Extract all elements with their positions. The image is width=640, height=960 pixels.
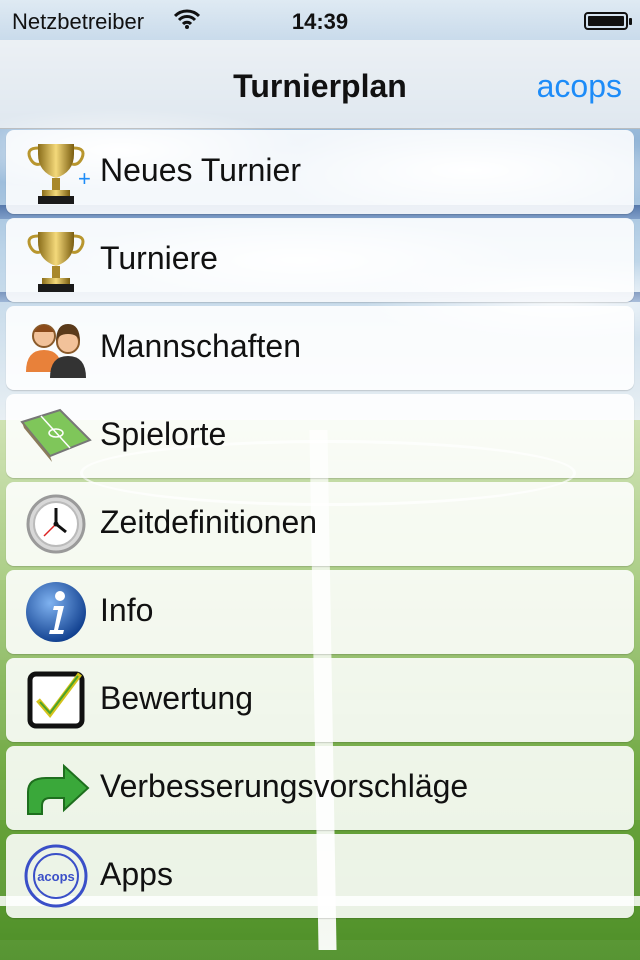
trophy-icon (20, 224, 92, 296)
clock-icon (20, 488, 92, 560)
menu-item-label: Turniere (100, 240, 218, 276)
menu-item-bewertung[interactable]: Bewertung (6, 658, 634, 742)
acops-button[interactable]: acops (537, 68, 622, 105)
menu-item-label: Zeitdefinitionen (100, 504, 318, 540)
battery-icon (584, 12, 632, 30)
team-icon (20, 312, 92, 384)
clock-time: 14:39 (291, 9, 349, 34)
menu-item-mannschaften[interactable]: Mannschaften (6, 306, 634, 390)
status-bar: Netzbetreiber 14:39 (0, 0, 640, 40)
arrow-icon (20, 752, 92, 824)
menu-item-label: Mannschaften (100, 328, 302, 364)
menu-list: + Neues Turnier Turniere Mannschaften Sp… (6, 130, 634, 922)
menu-item-apps[interactable]: acops Apps (6, 834, 634, 918)
menu-item-label: Spielorte (100, 416, 227, 452)
checkbox-icon (20, 664, 92, 736)
menu-item-label: Verbesserungsvorschläge (100, 768, 469, 804)
stamp-text: acops (37, 869, 75, 884)
acops-stamp-icon: acops (20, 840, 92, 912)
menu-item-zeitdefinitionen[interactable]: Zeitdefinitionen (6, 482, 634, 566)
menu-item-verbesserungsvorschlaege[interactable]: Verbesserungsvorschläge (6, 746, 634, 830)
info-icon (20, 576, 92, 648)
menu-item-info[interactable]: Info (6, 570, 634, 654)
menu-item-label: Neues Turnier (100, 152, 301, 188)
pitch-icon (20, 400, 92, 472)
menu-item-label: Apps (100, 856, 173, 892)
menu-item-neues-turnier[interactable]: + Neues Turnier (6, 130, 634, 214)
menu-item-label: Bewertung (100, 680, 253, 716)
menu-item-spielorte[interactable]: Spielorte (6, 394, 634, 478)
trophy-add-icon: + (20, 136, 92, 208)
menu-item-turniere[interactable]: Turniere (6, 218, 634, 302)
menu-item-label: Info (100, 592, 154, 628)
navigation-bar: Turnierplan acops (0, 40, 640, 129)
svg-text:+: + (78, 166, 91, 191)
